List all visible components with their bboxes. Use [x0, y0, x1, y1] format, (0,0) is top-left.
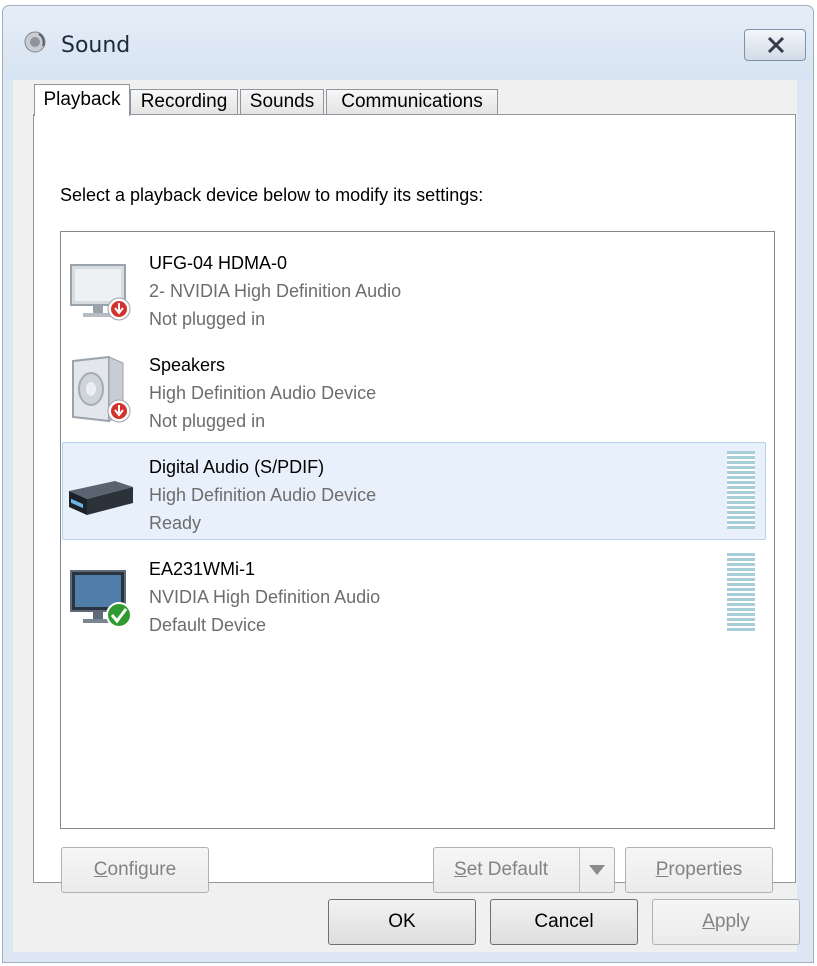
cancel-button[interactable]: Cancel — [490, 899, 638, 945]
set-default-label: et Default — [466, 859, 549, 880]
device-description: High Definition Audio Device — [149, 485, 377, 505]
title-bar[interactable]: Sound — [3, 6, 813, 80]
device-status: Not plugged in — [149, 309, 266, 329]
close-button[interactable] — [744, 29, 806, 61]
device-name: Digital Audio (S/PDIF) — [149, 457, 325, 477]
playback-device-list[interactable]: UFG-04 HDMA-0 2- NVIDIA High Definition … — [60, 231, 775, 829]
set-default-accel: S — [454, 859, 467, 880]
device-item-speakers[interactable]: Speakers High Definition Audio Device No… — [62, 340, 766, 438]
device-status: Ready — [149, 513, 202, 533]
apply-accel: A — [702, 911, 715, 932]
monitor-icon — [70, 570, 132, 628]
configure-button[interactable]: Configure — [61, 847, 209, 893]
device-status: Not plugged in — [149, 411, 266, 431]
apply-button[interactable]: Apply — [652, 899, 800, 945]
device-item-ufg-04-hdma-0[interactable]: UFG-04 HDMA-0 2- NVIDIA High Definition … — [62, 238, 766, 336]
device-description: NVIDIA High Definition Audio — [149, 587, 381, 607]
properties-label: roperties — [668, 859, 743, 880]
device-name: UFG-04 HDMA-0 — [149, 253, 288, 273]
volume-meter — [727, 451, 755, 529]
window-title: Sound — [61, 33, 131, 58]
set-default-dropdown[interactable] — [579, 848, 614, 892]
dialog-client-area: Playback Recording Sounds Communications… — [13, 80, 800, 952]
close-icon — [767, 37, 785, 53]
tab-playback[interactable]: Playback — [34, 84, 130, 116]
tab-sounds[interactable]: Sounds — [240, 89, 324, 115]
device-name: EA231WMi-1 — [149, 559, 256, 579]
device-item-digital-audio-spdif[interactable]: Digital Audio (S/PDIF) High Definition A… — [62, 442, 766, 540]
device-item-ea231wmi-1[interactable]: EA231WMi-1 NVIDIA High Definition Audio … — [62, 544, 766, 642]
digital-receiver-icon — [69, 481, 133, 515]
tab-recording[interactable]: Recording — [130, 89, 238, 115]
device-name: Speakers — [149, 355, 226, 375]
volume-meter — [727, 553, 755, 631]
set-default-button[interactable]: Set Default — [433, 847, 615, 893]
apply-label: pply — [714, 911, 750, 932]
playback-tab-panel: Select a playback device below to modify… — [33, 114, 796, 893]
unplugged-badge-icon — [107, 399, 131, 423]
default-check-icon — [106, 602, 132, 628]
properties-accel: P — [655, 859, 669, 880]
device-description: High Definition Audio Device — [149, 383, 377, 403]
properties-button[interactable]: Properties — [625, 847, 773, 893]
device-status: Default Device — [149, 615, 267, 635]
configure-accel: C — [93, 859, 108, 880]
configure-label: onfigure — [107, 859, 177, 880]
unplugged-badge-icon — [107, 297, 131, 321]
instruction-text: Select a playback device below to modify… — [60, 185, 484, 205]
chevron-down-icon — [589, 865, 605, 875]
speaker-icon — [24, 31, 46, 53]
speaker-device-icon — [72, 355, 131, 423]
device-description: 2- NVIDIA High Definition Audio — [149, 281, 402, 301]
tab-communications[interactable]: Communications — [326, 89, 498, 115]
monitor-icon — [70, 264, 131, 321]
sound-dialog: Sound Playback Recording Sounds Communic… — [2, 5, 814, 963]
ok-button[interactable]: OK — [328, 899, 476, 945]
